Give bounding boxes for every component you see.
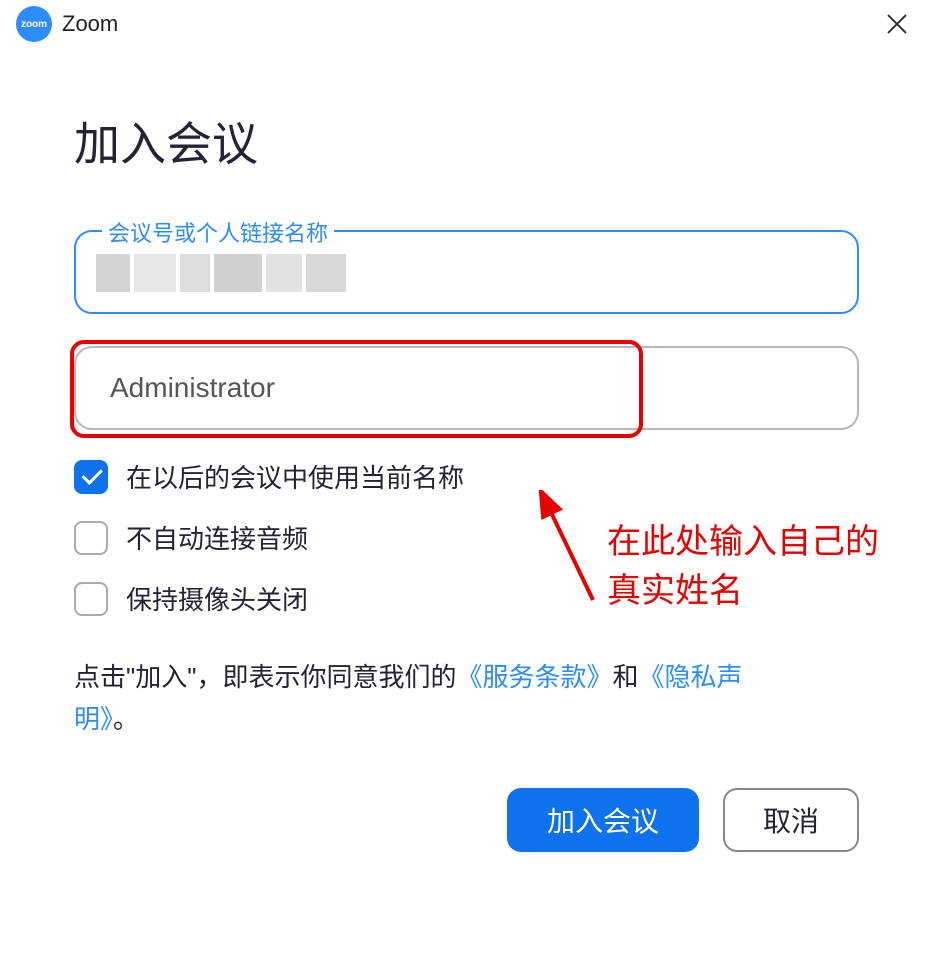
- checkbox-label-remember-name: 在以后的会议中使用当前名称: [126, 458, 464, 495]
- checkbox-remember-name[interactable]: [74, 460, 108, 494]
- cancel-button[interactable]: 取消: [723, 788, 859, 852]
- name-input[interactable]: [74, 346, 859, 430]
- close-icon: [886, 13, 908, 35]
- meeting-id-field-wrapper: 会议号或个人链接名称: [74, 230, 859, 314]
- terms-prefix: 点击"加入"，即表示你同意我们的: [74, 662, 456, 692]
- checkbox-label-video-off: 保持摄像头关闭: [126, 580, 308, 617]
- checkbox-no-audio[interactable]: [74, 521, 108, 555]
- button-row: 加入会议 取消: [74, 788, 859, 852]
- zoom-logo-icon: zoom: [16, 6, 52, 42]
- titlebar-left: zoom Zoom: [16, 6, 118, 42]
- blurred-meeting-id: [96, 254, 356, 292]
- terms-text: 点击"加入"，即表示你同意我们的《服务条款》和《隐私声明》。: [74, 657, 859, 740]
- titlebar: zoom Zoom: [0, 0, 933, 48]
- checkbox-video-off[interactable]: [74, 582, 108, 616]
- checkbox-row-video-off[interactable]: 保持摄像头关闭: [74, 580, 859, 617]
- checkbox-label-no-audio: 不自动连接音频: [126, 519, 308, 556]
- terms-conjunction: 和: [612, 662, 638, 692]
- meeting-id-label: 会议号或个人链接名称: [102, 216, 334, 248]
- join-button[interactable]: 加入会议: [507, 788, 699, 852]
- close-button[interactable]: [877, 4, 917, 44]
- dialog-content: 加入会议 会议号或个人链接名称 在以后的会议中使用当前名称 不自动连接音频 保持…: [0, 48, 933, 852]
- tos-link[interactable]: 《服务条款》: [456, 662, 612, 692]
- privacy-link-part1[interactable]: 《隐私声: [639, 662, 743, 692]
- terms-suffix: 。: [113, 704, 139, 734]
- checkbox-row-no-audio[interactable]: 不自动连接音频: [74, 519, 859, 556]
- dialog-title: 加入会议: [74, 108, 859, 174]
- checkbox-row-remember-name[interactable]: 在以后的会议中使用当前名称: [74, 458, 859, 495]
- privacy-link-part2[interactable]: 明》: [74, 704, 113, 734]
- app-title: Zoom: [62, 11, 118, 37]
- name-field-wrapper: [74, 346, 859, 430]
